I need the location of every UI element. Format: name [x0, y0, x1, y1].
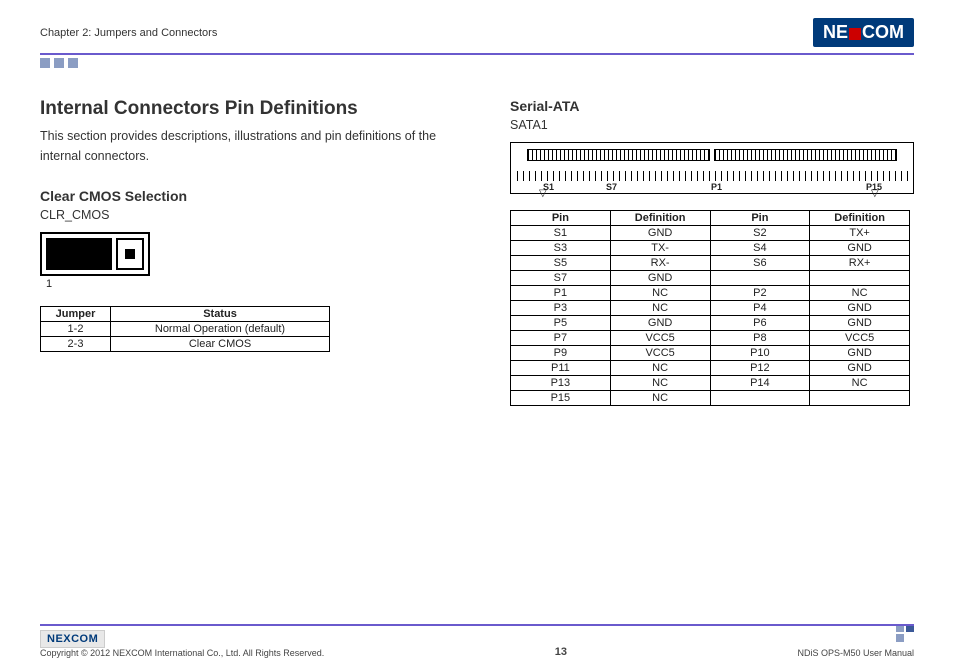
table-row: S3TX-S4GND [511, 241, 910, 256]
arrow-icon: ▽ [871, 188, 879, 199]
table-row: P13NCP14NC [511, 376, 910, 391]
table-row: S1GNDS2TX+ [511, 226, 910, 241]
footer-brand-logo: NEXCOM [40, 630, 105, 648]
table-row: P1NCP2NC [511, 286, 910, 301]
jumper-diagram [40, 232, 150, 276]
sata-th-def2: Definition [810, 211, 910, 226]
manual-name: NDiS OPS-M50 User Manual [797, 648, 914, 658]
copyright-text: Copyright © 2012 NEXCOM International Co… [40, 648, 324, 658]
intro-text: This section provides descriptions, illu… [40, 126, 440, 166]
sata-th-pin: Pin [511, 211, 611, 226]
table-row: P9VCC5P10GND [511, 346, 910, 361]
table-row: P15NC [511, 391, 910, 406]
sata-th-pin2: Pin [710, 211, 810, 226]
table-row: S5RX-S6RX+ [511, 256, 910, 271]
table-row: S7GND [511, 271, 910, 286]
cmos-th-status: Status [111, 307, 330, 322]
table-row: 2-3 Clear CMOS [41, 337, 330, 352]
diagram-label-s7: S7 [606, 182, 617, 192]
chapter-title: Chapter 2: Jumpers and Connectors [40, 27, 217, 39]
sata-heading: Serial-ATA [510, 98, 914, 114]
table-row: P5GNDP6GND [511, 316, 910, 331]
table-row: P11NCP12GND [511, 361, 910, 376]
table-row: P3NCP4GND [511, 301, 910, 316]
cmos-label: CLR_CMOS [40, 208, 470, 222]
diagram-label-p1: P1 [711, 182, 722, 192]
cmos-th-jumper: Jumper [41, 307, 111, 322]
pin1-label: 1 [46, 278, 470, 290]
sata-th-def: Definition [610, 211, 710, 226]
cmos-table: Jumper Status 1-2 Normal Operation (defa… [40, 306, 330, 352]
header-rule [40, 53, 914, 55]
sata-label: SATA1 [510, 118, 914, 132]
sata-connector-diagram: S1 S7 P1 P15 ▽ ▽ [510, 142, 914, 194]
table-row: 1-2 Normal Operation (default) [41, 322, 330, 337]
page-title: Internal Connectors Pin Definitions [40, 98, 470, 120]
page-number: 13 [555, 646, 567, 658]
sata-pin-table: Pin Definition Pin Definition S1GNDS2TX+… [510, 210, 910, 406]
arrow-icon: ▽ [539, 188, 547, 199]
footer: NEXCOM Copyright © 2012 NEXCOM Internati… [40, 624, 914, 658]
brand-logo: NECOM [813, 18, 914, 47]
table-row: P7VCC5P8VCC5 [511, 331, 910, 346]
cmos-heading: Clear CMOS Selection [40, 188, 470, 204]
header-squares-icon [40, 58, 914, 68]
